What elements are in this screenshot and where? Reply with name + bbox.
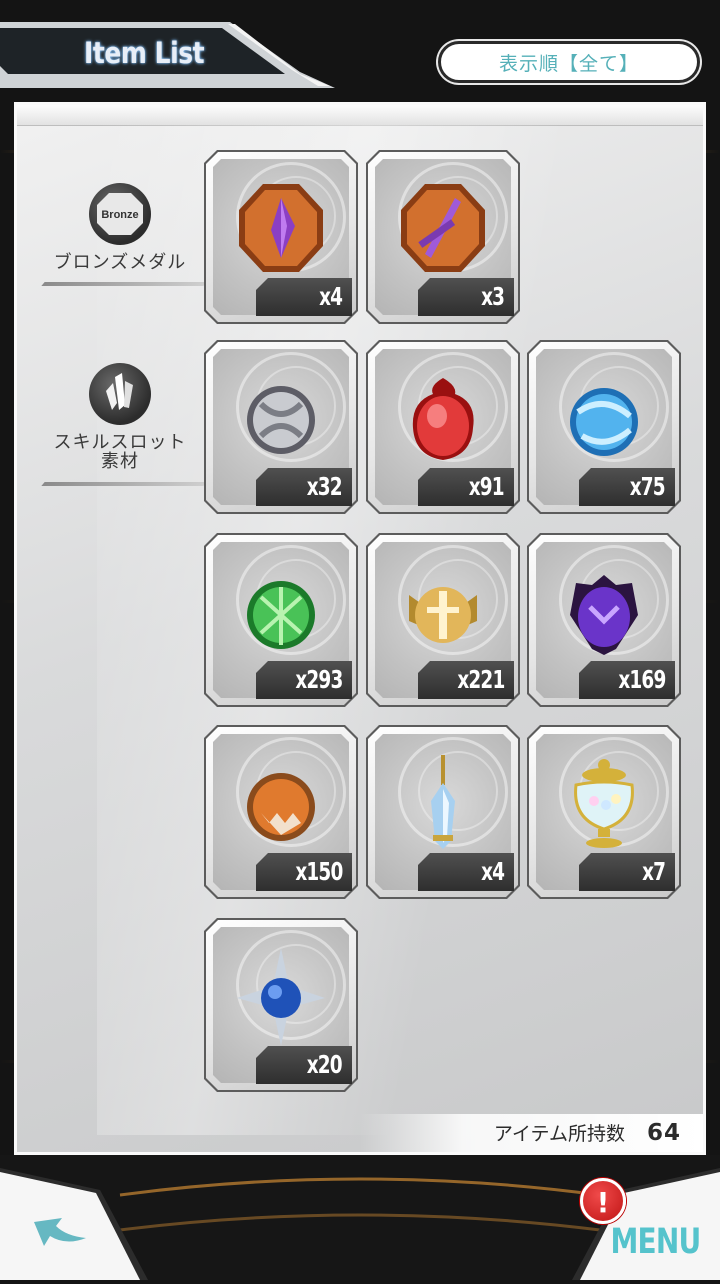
item-count-text: x32 [306, 472, 343, 501]
item-count-text: x75 [629, 472, 666, 501]
item-count: x91 [418, 468, 514, 506]
item-count-text: x91 [468, 472, 505, 501]
owned-count: アイテム所持数 64 [494, 1119, 681, 1146]
item-tile[interactable]: x7 [527, 725, 681, 899]
crystal-icon [89, 363, 151, 425]
item-count-text: x3 [480, 282, 505, 311]
category-bronze-medal: Bronze ブロンズメダル [39, 183, 201, 272]
purple-orb-icon [570, 575, 638, 655]
item-tile[interactable]: x4 [366, 725, 520, 899]
item-count-text: x7 [641, 857, 666, 886]
menu-label: MENU [610, 1222, 701, 1262]
item-tile[interactable]: x293 [204, 533, 358, 707]
item-tile[interactable]: x75 [527, 340, 681, 514]
item-count: x4 [418, 853, 514, 891]
item-count: x4 [256, 278, 352, 316]
bronze-medal-spear-icon [239, 184, 323, 272]
category-label-line1: スキルスロット [53, 432, 187, 453]
item-tile[interactable]: x150 [204, 725, 358, 899]
item-count: x293 [256, 661, 352, 699]
gold-orb-icon [409, 587, 477, 643]
item-tile[interactable]: x169 [527, 533, 681, 707]
item-count: x3 [418, 278, 514, 316]
item-tile[interactable]: x91 [366, 340, 520, 514]
category-divider [41, 482, 207, 486]
item-tile[interactable]: x3 [366, 150, 520, 324]
category-skill-slot-material: スキルスロット 素材 [39, 363, 201, 471]
item-tile[interactable]: x221 [366, 533, 520, 707]
crystal-pendant-icon [431, 755, 455, 849]
blue-orb-icon [570, 388, 638, 456]
sort-order-button[interactable]: 表示順【全て】 [438, 41, 700, 83]
item-count-text: x4 [480, 857, 505, 886]
item-tile[interactable]: x4 [204, 150, 358, 324]
item-count: x32 [256, 468, 352, 506]
green-orb-icon [247, 581, 315, 649]
owned-count-label: アイテム所持数 [493, 1123, 625, 1145]
item-count-text: x293 [294, 665, 343, 694]
sort-order-label: 表示順【全て】 [498, 52, 639, 75]
owned-count-value: 64 [646, 1120, 681, 1146]
bronze-badge-text: Bronze [101, 209, 138, 221]
category-divider [41, 282, 207, 286]
orange-orb-icon [247, 773, 315, 841]
item-count: x169 [579, 661, 675, 699]
item-count: x20 [256, 1046, 352, 1084]
red-orb-icon [412, 378, 474, 460]
bronze-medal-sword-icon [401, 184, 485, 272]
item-tile[interactable]: x32 [204, 340, 358, 514]
back-button[interactable] [0, 1168, 150, 1280]
gem-bowl-icon [574, 759, 634, 848]
category-label: スキルスロット 素材 [39, 433, 201, 471]
panel-top-bar [17, 105, 703, 126]
item-count: x221 [418, 661, 514, 699]
item-tile[interactable]: x20 [204, 918, 358, 1092]
notification-alert-icon[interactable]: ! [580, 1178, 626, 1224]
bronze-medal-icon: Bronze [89, 183, 151, 245]
silver-orb-icon [247, 386, 315, 454]
item-count: x7 [579, 853, 675, 891]
item-count-text: x4 [318, 282, 343, 311]
item-count-text: x20 [306, 1050, 343, 1079]
category-label: ブロンズメダル [53, 252, 187, 273]
item-count-text: x169 [617, 665, 666, 694]
item-count: x75 [579, 468, 675, 506]
item-count-text: x221 [456, 665, 505, 694]
category-label-line2: 素材 [101, 451, 139, 472]
item-count: x150 [256, 853, 352, 891]
page-title: Item List [84, 36, 205, 70]
blue-star-orb-icon [237, 948, 325, 1046]
item-count-text: x150 [294, 857, 343, 886]
